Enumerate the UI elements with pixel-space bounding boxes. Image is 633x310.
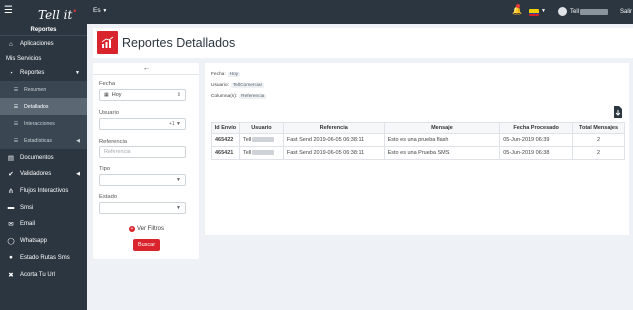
- chat-icon: ▬: [7, 204, 15, 212]
- list-icon: ☰: [13, 103, 19, 110]
- envelope-icon: ✉: [8, 221, 14, 229]
- sidebar-item-detallados[interactable]: ☰ Detallados: [0, 98, 87, 116]
- usuario-select[interactable]: +1 ▼: [99, 118, 186, 130]
- user-name-redacted: [580, 9, 608, 15]
- chevron-down-icon: ▼: [176, 177, 181, 183]
- sidebar-item-smsi[interactable]: ▬ Smsi: [0, 199, 87, 216]
- buscar-button[interactable]: Buscar: [133, 239, 160, 251]
- sidebar-item-estado-rutas[interactable]: ● Estado Rutas Sms: [0, 250, 87, 267]
- cell-referencia: Fast Send 2019-06-05 06:38:11: [282, 133, 385, 147]
- cell-id: 465421: [211, 146, 240, 160]
- logout-button[interactable]: Salir: [620, 9, 632, 15]
- sidebar-header: Reportes: [0, 24, 87, 36]
- table-row[interactable]: 465421 Tell Fast Send 2019-06-05 06:38:1…: [211, 146, 625, 160]
- sidebar-item-interacciones[interactable]: ☰ Interacciones: [0, 115, 87, 133]
- bell-icon[interactable]: 🔔: [512, 4, 522, 15]
- estado-select[interactable]: ▼: [99, 202, 186, 214]
- list-icon: ☰: [13, 86, 19, 93]
- sidebar-item-resumen[interactable]: ☰ Resumen: [0, 81, 87, 99]
- col-id-envio[interactable]: Id Envío: [211, 122, 240, 134]
- fecha-label: Fecha: [99, 81, 116, 87]
- applied-usuario: Usuario: TellComercial: [211, 83, 264, 88]
- calendar-icon: ▦: [104, 92, 109, 98]
- page-title: Reportes Detallados: [122, 36, 236, 50]
- referencia-label: Referencia: [99, 139, 128, 145]
- results-panel: Fecha: Hoy Usuario: TellComercial Columna(…: [205, 63, 629, 235]
- results-table: Id Envío Usuario Referencia Mensaje Fech…: [211, 122, 625, 160]
- sidebar-item-acorta-url[interactable]: ✖ Acorta Tu Url: [0, 266, 87, 283]
- flag-icon[interactable]: [529, 9, 539, 16]
- applied-fecha: Fecha: Hoy: [211, 72, 241, 77]
- hamburger-icon[interactable]: ☰: [4, 5, 14, 17]
- check-icon: ✔: [8, 171, 14, 179]
- referencia-input[interactable]: Referencia: [99, 146, 186, 158]
- flow-icon: ⋔: [8, 188, 14, 196]
- avatar[interactable]: [558, 7, 567, 16]
- cell-fecha: 05-Jun-2019 06:38: [499, 146, 574, 160]
- sort-icon: ⇕: [176, 92, 181, 98]
- language-selector[interactable]: Es ▼: [93, 7, 107, 14]
- list-icon: ☰: [13, 137, 19, 144]
- cell-referencia: Fast Send 2019-06-05 06:38:11: [282, 146, 385, 160]
- cell-fecha: 05-Jun-2019 06:39: [499, 133, 574, 147]
- sidebar-item-flujos[interactable]: ⋔ Flujos Interactivos: [0, 183, 87, 200]
- col-usuario[interactable]: Usuario: [238, 122, 284, 134]
- cell-mensaje: Esto es una prueba flash: [383, 133, 501, 147]
- report-chart-icon: [97, 31, 118, 54]
- chevron-down-icon[interactable]: ▼: [541, 8, 546, 14]
- cell-id: 465422: [211, 133, 240, 147]
- col-mensaje[interactable]: Mensaje: [383, 122, 501, 134]
- usuario-label: Usuario: [99, 110, 119, 116]
- chevron-left-icon: ◀: [76, 137, 80, 144]
- sidebar-item-aplicaciones[interactable]: ⌂ Aplicaciones: [0, 36, 87, 53]
- sidebar-item-estadisticas[interactable]: ☰ Estadísticas ◀: [0, 132, 87, 150]
- page-header: Reportes Detallados: [93, 28, 633, 58]
- cell-usuario: Tell: [238, 133, 284, 147]
- cell-total: 2: [572, 146, 625, 160]
- link-icon: ✖: [8, 271, 14, 279]
- arrow-left-icon[interactable]: ←: [143, 65, 150, 72]
- chevron-down-icon: ▼: [75, 70, 80, 77]
- logo[interactable]: Tell it•: [38, 2, 77, 25]
- chevron-left-icon: ◀: [76, 171, 80, 178]
- cell-mensaje: Esto es una Prueba SMS: [383, 146, 501, 160]
- col-total-mensajes[interactable]: Total Mensajes: [572, 122, 625, 134]
- divider: [93, 74, 199, 75]
- col-referencia[interactable]: Referencia: [282, 122, 385, 134]
- filter-panel: ← Fecha ▦ Hoy ⇕ Usuario +1 ▼ Referencia …: [93, 63, 199, 259]
- cell-total: 2: [572, 133, 625, 147]
- home-icon: ⌂: [9, 40, 13, 48]
- sidebar-item-documentos[interactable]: ▤ Documentos: [0, 149, 87, 166]
- sidebar: Reportes ⌂ Aplicaciones Mis Servicios ◔ Re…: [0, 24, 87, 310]
- tipo-label: Tipo: [99, 166, 111, 172]
- top-navbar: ☰ Tell it• Es ▼ 🔔 ▼ Tell Salir: [0, 0, 633, 24]
- plus-circle-icon: +: [129, 226, 135, 232]
- sidebar-item-reportes[interactable]: ◔ Reportes ▼: [0, 65, 87, 82]
- whatsapp-icon: ◯: [7, 238, 15, 246]
- usuario-count: +1 ▼: [168, 121, 181, 127]
- chevron-down-icon: ▼: [176, 205, 181, 211]
- redacted: [252, 150, 275, 156]
- document-icon: ▤: [7, 154, 15, 162]
- applied-columnas: Columna(s): Referencia: [211, 94, 267, 99]
- route-icon: ●: [9, 254, 13, 262]
- chart-pie-icon: ◔: [9, 69, 13, 77]
- sidebar-item-email[interactable]: ✉ Email: [0, 216, 87, 233]
- estado-label: Estado: [99, 194, 118, 200]
- sidebar-item-validadores[interactable]: ✔ Validadores ◀: [0, 166, 87, 183]
- ver-filtros-link[interactable]: + Ver Filtros: [129, 226, 164, 232]
- cell-usuario: Tell: [238, 146, 284, 160]
- redacted: [252, 137, 275, 143]
- download-icon[interactable]: [613, 106, 623, 119]
- table-row[interactable]: 465422 Tell Fast Send 2019-06-05 06:38:1…: [211, 133, 625, 147]
- table-header-row: Id Envío Usuario Referencia Mensaje Fech…: [211, 122, 625, 134]
- tipo-select[interactable]: ▼: [99, 174, 186, 186]
- sidebar-item-whatsapp[interactable]: ◯ Whatsapp: [0, 233, 87, 250]
- list-icon: ☰: [13, 120, 19, 127]
- user-name[interactable]: Tell: [570, 9, 579, 15]
- col-fecha-procesado[interactable]: Fecha Procesado: [499, 122, 574, 134]
- fecha-select[interactable]: ▦ Hoy ⇕: [99, 89, 186, 101]
- sidebar-item-mis-servicios[interactable]: Mis Servicios: [0, 53, 87, 65]
